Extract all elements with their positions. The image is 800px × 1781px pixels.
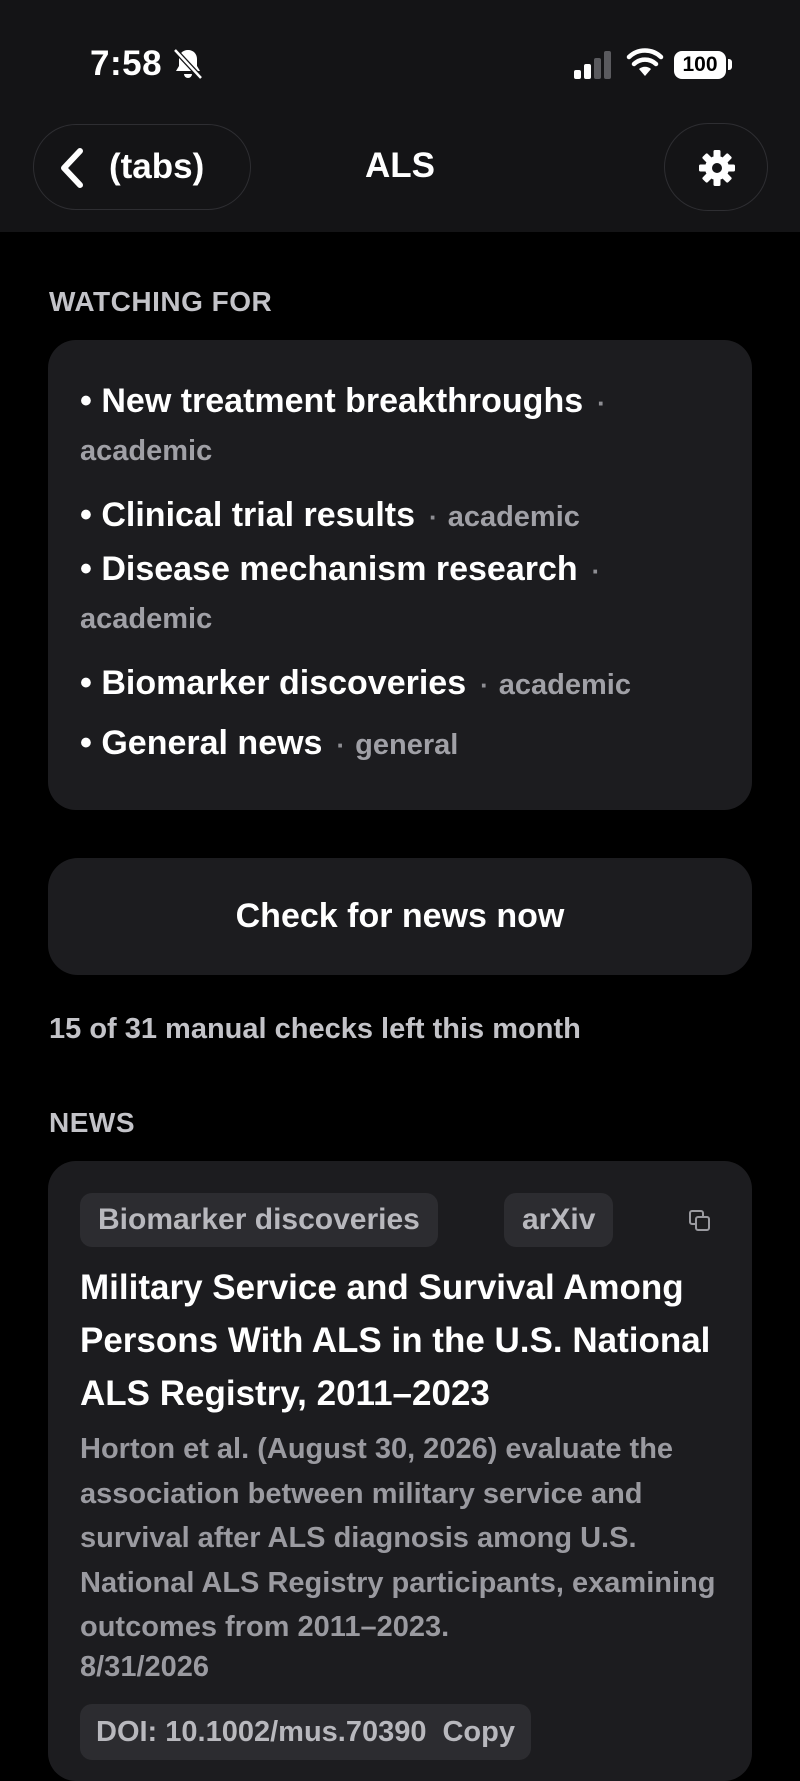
- top-bar: 7:58 100 (tabs) ALS: [0, 0, 800, 232]
- wifi-icon: [626, 48, 664, 76]
- topic-chip: Biomarker discoveries: [80, 1193, 438, 1247]
- news-title[interactable]: Military Service and Survival Among Pers…: [80, 1261, 730, 1420]
- watch-item-label: Disease mechanism research: [101, 550, 578, 588]
- copy-doi-button[interactable]: Copy: [442, 1716, 515, 1748]
- source-chip: arXiv: [504, 1193, 614, 1247]
- news-card[interactable]: Biomarker discoveries arXiv Military Ser…: [48, 1161, 752, 1781]
- status-time: 7:58: [90, 44, 163, 83]
- watch-item-tag: academic: [80, 435, 213, 467]
- news-date: 8/31/2026: [80, 1651, 210, 1683]
- watch-item-tag: academic: [498, 669, 631, 701]
- manual-checks-remaining: 15 of 31 manual checks left this month: [49, 1013, 581, 1045]
- watch-item-treatment: • New treatment breakthroughs · academic: [80, 382, 606, 467]
- check-news-button[interactable]: Check for news now: [48, 858, 752, 975]
- watching-list: • New treatment breakthroughs · academic •…: [80, 378, 730, 774]
- battery-tip: [728, 59, 732, 70]
- copy-icon[interactable]: [688, 1209, 712, 1233]
- watch-item-tag: academic: [447, 501, 580, 533]
- watch-item-label: Clinical trial results: [101, 496, 416, 534]
- watch-item-biomarker: • Biomarker discoveries · academic: [80, 664, 631, 702]
- news-summary: Horton et al. (August 30, 2026) evaluate…: [80, 1433, 716, 1643]
- watch-item-tag: academic: [80, 603, 213, 635]
- watch-item-label: New treatment breakthroughs: [101, 382, 584, 420]
- gear-icon: [699, 150, 735, 186]
- status-bar: 7:58 100: [0, 0, 800, 120]
- watch-item-mechanism: • Disease mechanism research · academic: [80, 550, 601, 635]
- doi-chip[interactable]: DOI: 10.1002/mus.70390 Copy: [80, 1704, 531, 1760]
- watching-heading: WATCHING FOR: [49, 286, 273, 317]
- watching-card: • New treatment breakthroughs · academic •…: [48, 340, 752, 810]
- settings-button[interactable]: [664, 123, 768, 211]
- news-heading: NEWS: [49, 1107, 135, 1138]
- watch-item-tag: general: [355, 729, 459, 761]
- battery-level: 100: [674, 51, 726, 79]
- bell-muted-icon: [173, 48, 203, 80]
- watch-item-label: General news: [101, 724, 323, 762]
- watch-item-clinical: • Clinical trial results · academic: [80, 496, 580, 534]
- doi-text: DOI: 10.1002/mus.70390: [96, 1716, 427, 1748]
- watch-item-label: Biomarker discoveries: [101, 664, 467, 702]
- watch-item-general: • General news · general: [80, 724, 459, 762]
- cellular-signal-icon: [574, 51, 611, 79]
